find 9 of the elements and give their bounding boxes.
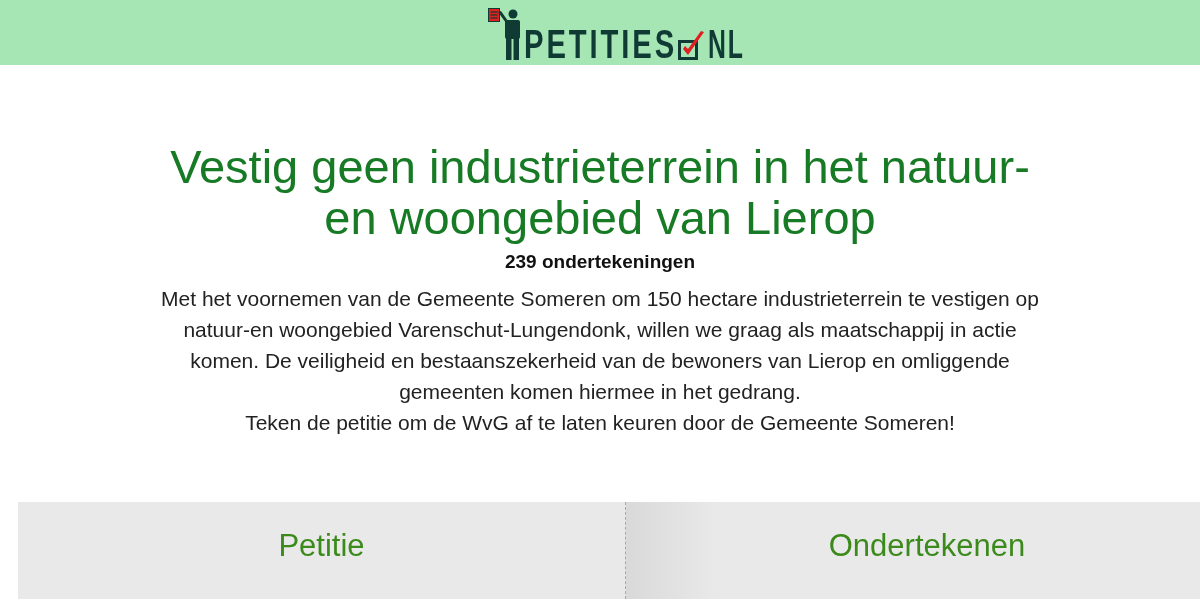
signature-count: 239 ondertekeningen: [504, 250, 696, 274]
person-with-sign-icon: [488, 8, 523, 60]
petition-description: Met het voornemen van de Gemeente Someren om 150 hectare industrieterrein te vestigen op natuur-en woongebied Varenschut-Lungendonk, willen we graag als maatschappij in actie komen. De veiligheid en bestaanszekerheid van de bewoners van Lierop en omliggende gemeenten komen hiermee in het gedrang.: [160, 286, 1040, 405]
panel-heading: Ondertekenen: [828, 527, 1026, 565]
petition-title: Vestig geen industrieterrein in het natuur- en woongebied van Lierop: [169, 141, 1031, 243]
site-logo[interactable]: PETITIES NL: [488, 8, 746, 65]
checkbox-tick-icon: [678, 30, 707, 60]
call-to-action-text: Teken de petitie om de WvG af te laten keuren door de Gemeente Someren!: [245, 410, 955, 436]
panel-heading: Petitie: [278, 527, 365, 565]
